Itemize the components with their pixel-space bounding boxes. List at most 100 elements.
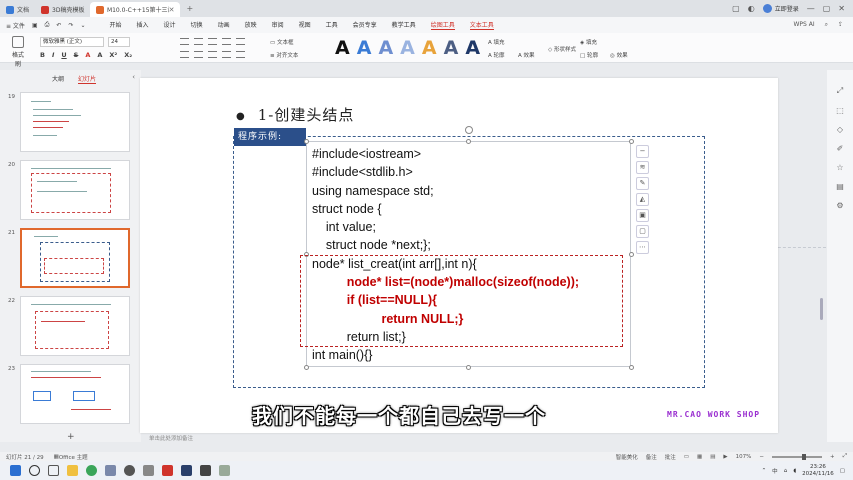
zoom-in-icon[interactable]: +	[830, 454, 835, 460]
system-clock[interactable]: 23:26 2024/11/16	[802, 464, 834, 477]
resize-handle[interactable]	[304, 365, 309, 370]
tab-slides[interactable]: 幻灯片	[78, 74, 97, 84]
gear-icon[interactable]: ⚙	[836, 201, 843, 210]
search-taskbar-icon[interactable]	[29, 465, 40, 476]
slide-thumbnail-21[interactable]	[20, 228, 130, 288]
bold-button[interactable]: B	[40, 51, 45, 59]
menu-animation[interactable]: 动画	[218, 20, 230, 30]
sorter-view-icon[interactable]: ▦	[697, 454, 702, 460]
tab-docs[interactable]: 文档	[0, 2, 35, 17]
tab-outline[interactable]: 大纲	[52, 74, 64, 84]
app-icon[interactable]	[181, 465, 192, 476]
fit-icon[interactable]: ⤢	[843, 453, 847, 460]
font-size-select[interactable]: 24	[108, 37, 130, 47]
volume-icon[interactable]: ◖	[793, 468, 796, 474]
text-style-option[interactable]: A	[422, 37, 437, 59]
textbox-button[interactable]: ▭ 文本框	[270, 38, 293, 46]
justify-icon[interactable]	[222, 51, 231, 58]
underline-button[interactable]: U	[61, 51, 66, 59]
align-right-icon[interactable]	[208, 51, 217, 58]
pen-icon[interactable]: ✎	[636, 177, 649, 190]
font-name-select[interactable]: 微软雅黑 (正文)	[40, 37, 104, 47]
normal-view-icon[interactable]: ▭	[684, 454, 689, 460]
line-spacing-icon[interactable]	[236, 38, 245, 45]
text-style-option[interactable]: A	[444, 37, 459, 59]
window-layout-icon[interactable]: ▢	[732, 4, 740, 13]
slide-thumbnail-22[interactable]	[20, 296, 130, 356]
text-style-option[interactable]: A	[400, 37, 415, 59]
slide-thumbnail-20[interactable]	[20, 160, 130, 220]
resize-handle[interactable]	[629, 139, 634, 144]
share-icon[interactable]: ⇪	[838, 21, 843, 29]
chrome-icon[interactable]	[86, 465, 97, 476]
play-icon[interactable]: ▶	[723, 454, 727, 460]
shape-effect-button[interactable]: ◎ 效果	[610, 51, 628, 59]
collapse-panel-icon[interactable]: ‹	[132, 73, 135, 81]
collapse-icon[interactable]: −	[636, 145, 649, 158]
login-button[interactable]: 立即登录	[762, 4, 799, 13]
resize-handle[interactable]	[466, 139, 471, 144]
tab-template[interactable]: 3D稿壳模板	[35, 2, 90, 17]
save-icon[interactable]: ▣	[32, 22, 38, 29]
explorer-icon[interactable]	[67, 465, 78, 476]
shape-outline-button[interactable]: □ 轮廓	[580, 51, 598, 59]
menu-insert[interactable]: 插入	[137, 20, 149, 30]
undo-icon[interactable]: ↶	[56, 22, 61, 29]
slide-thumbnail-23[interactable]	[20, 364, 130, 424]
file-menu[interactable]: ≡ 文件	[6, 21, 25, 30]
text-style-option[interactable]: A	[378, 37, 393, 59]
numbered-list-icon[interactable]	[194, 38, 203, 45]
resize-handle[interactable]	[629, 365, 634, 370]
fill-color-icon[interactable]: ◭	[636, 193, 649, 206]
animation-icon[interactable]: ☆	[836, 163, 843, 172]
app-icon[interactable]	[219, 465, 230, 476]
tray-icon[interactable]: ⌃	[762, 468, 767, 474]
more-icon[interactable]: ⌄	[80, 22, 85, 29]
menu-transition[interactable]: 切换	[191, 20, 203, 30]
layers-icon[interactable]: ≋	[636, 161, 649, 174]
subscript-button[interactable]: X₂	[124, 51, 132, 59]
text-outline-button[interactable]: A 轮廓	[488, 51, 505, 59]
text-style-option[interactable]: A	[335, 37, 350, 59]
shape-style-button[interactable]: ◇ 形状样式	[548, 45, 576, 53]
align-center-icon[interactable]	[194, 51, 203, 58]
maximize-icon[interactable]: ▢	[823, 4, 831, 13]
brush-tool-icon[interactable]: ✐	[837, 144, 844, 153]
menu-slideshow[interactable]: 放映	[245, 20, 257, 30]
close-window-icon[interactable]: ✕	[838, 4, 845, 13]
menu-tools[interactable]: 工具	[326, 20, 338, 30]
resize-handle[interactable]	[304, 139, 309, 144]
menu-drawing-tools[interactable]: 绘图工具	[430, 20, 455, 30]
text-effect-button[interactable]: A 效果	[518, 51, 535, 59]
align-text-button[interactable]: ≡ 对齐文本	[270, 51, 298, 59]
wps-ai-button[interactable]: WPS AI	[793, 21, 814, 29]
zoom-thumb[interactable]	[801, 453, 806, 460]
menu-text-tools[interactable]: 文本工具	[469, 20, 494, 30]
rotate-handle[interactable]	[465, 126, 473, 134]
app-icon[interactable]	[200, 465, 211, 476]
app-icon[interactable]	[105, 465, 116, 476]
menu-teaching[interactable]: 教学工具	[392, 20, 416, 30]
close-tab-icon[interactable]: ✕	[169, 6, 175, 14]
text-style-option[interactable]: A	[465, 37, 480, 59]
redo-icon[interactable]: ↷	[68, 22, 73, 29]
outdent-icon[interactable]	[222, 38, 231, 45]
ime-icon[interactable]: 中	[772, 467, 778, 475]
select-icon[interactable]: ⬚	[836, 106, 844, 115]
indent-icon[interactable]	[208, 38, 217, 45]
slide-title[interactable]: ● 1-创建头结点	[236, 104, 354, 125]
frame-icon[interactable]: ▢	[636, 225, 649, 238]
expand-icon[interactable]: ⤢	[837, 86, 843, 96]
menu-member[interactable]: 会员专享	[353, 20, 377, 30]
italic-button[interactable]: I	[52, 51, 54, 59]
app-icon[interactable]	[124, 465, 135, 476]
tab-presentation[interactable]: M10.0-C++15第十三讲-链表创... ✕	[90, 2, 181, 17]
windows-start-icon[interactable]	[10, 465, 21, 476]
align-left-icon[interactable]	[180, 51, 189, 58]
menu-design[interactable]: 设计	[164, 20, 176, 30]
font-color-button[interactable]: A	[85, 51, 90, 59]
zoom-level[interactable]: 107%	[736, 454, 752, 460]
notes-button[interactable]: 备注	[646, 453, 657, 461]
menu-review[interactable]: 审阅	[272, 20, 284, 30]
print-icon[interactable]: ⎙	[45, 21, 50, 29]
